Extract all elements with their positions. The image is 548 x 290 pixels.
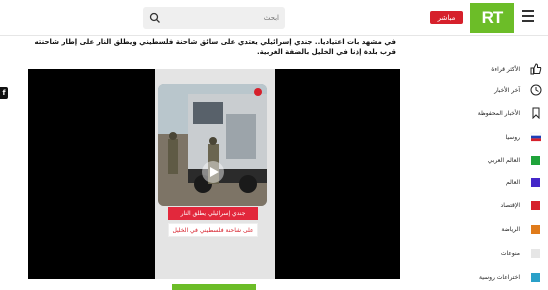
category-color-square bbox=[531, 272, 540, 282]
bookmark-icon bbox=[532, 107, 540, 119]
sidebar-item-label: اختراعات روسية bbox=[479, 273, 520, 281]
sidebar-item-label: الأخبار المحفوظة bbox=[477, 109, 520, 117]
sidebar-item-most-read[interactable]: الأكثر قراءة bbox=[406, 60, 548, 78]
search-input[interactable] bbox=[163, 10, 279, 26]
sidebar-item-world[interactable]: العالم bbox=[406, 173, 548, 191]
search-icon[interactable] bbox=[149, 12, 161, 24]
video-still-image bbox=[158, 84, 267, 206]
sidebar-item-latest-news[interactable]: آخر الأخبار bbox=[406, 81, 548, 99]
sidebar-item-economy[interactable]: الإقتصاد bbox=[406, 196, 548, 214]
sidebar-item-label: آخر الأخبار bbox=[494, 86, 520, 94]
thumbs-up-icon bbox=[530, 63, 542, 75]
play-icon[interactable] bbox=[201, 160, 225, 184]
sidebar-item-label: العالم bbox=[505, 178, 520, 186]
menu-icon[interactable] bbox=[522, 10, 534, 24]
sidebar-item-label: العالم العربي bbox=[487, 156, 520, 164]
live-button[interactable]: مباشر bbox=[430, 11, 463, 24]
search-box[interactable] bbox=[143, 7, 285, 29]
sidebar-item-label: الأكثر قراءة bbox=[491, 65, 520, 73]
video-caption-1: جندي إسرائيلي يطلق النار bbox=[168, 207, 258, 220]
russia-flag-icon bbox=[530, 132, 542, 142]
sidebar-item-russian-inventions[interactable]: اختراعات روسية bbox=[406, 268, 548, 286]
article-lead: في مشهد بات اعتياديا.. جندي إسرائيلي يعت… bbox=[34, 38, 396, 56]
sidebar-item-label: الإقتصاد bbox=[500, 201, 520, 209]
video-frame[interactable] bbox=[158, 84, 267, 206]
top-header: RT مباشر bbox=[0, 0, 548, 36]
sidebar-item-label: منوعات bbox=[500, 249, 520, 257]
category-color-square bbox=[531, 248, 540, 258]
sidebar-item-saved-news[interactable]: الأخبار المحفوظة bbox=[406, 104, 548, 122]
clock-icon bbox=[530, 84, 542, 96]
sidebar-item-russia[interactable]: روسيا bbox=[406, 128, 548, 146]
sidebar-item-misc[interactable]: منوعات bbox=[406, 244, 548, 262]
category-color-square bbox=[531, 200, 540, 210]
category-color-square bbox=[531, 177, 540, 187]
facebook-icon[interactable]: f bbox=[0, 87, 8, 99]
rt-logo[interactable]: RT bbox=[470, 3, 514, 33]
sidebar-item-label: روسيا bbox=[505, 133, 520, 141]
green-banner[interactable] bbox=[172, 284, 256, 290]
logo-text: RT bbox=[481, 8, 504, 27]
category-color-square bbox=[531, 224, 540, 234]
sidebar-item-sports[interactable]: الرياضة bbox=[406, 220, 548, 238]
sidebar-item-label: الرياضة bbox=[501, 225, 520, 233]
sidebar-item-arab-world[interactable]: العالم العربي bbox=[406, 151, 548, 169]
category-color-square bbox=[531, 155, 540, 165]
video-caption-2: على شاحنة فلسطيني في الخليل bbox=[168, 223, 258, 237]
